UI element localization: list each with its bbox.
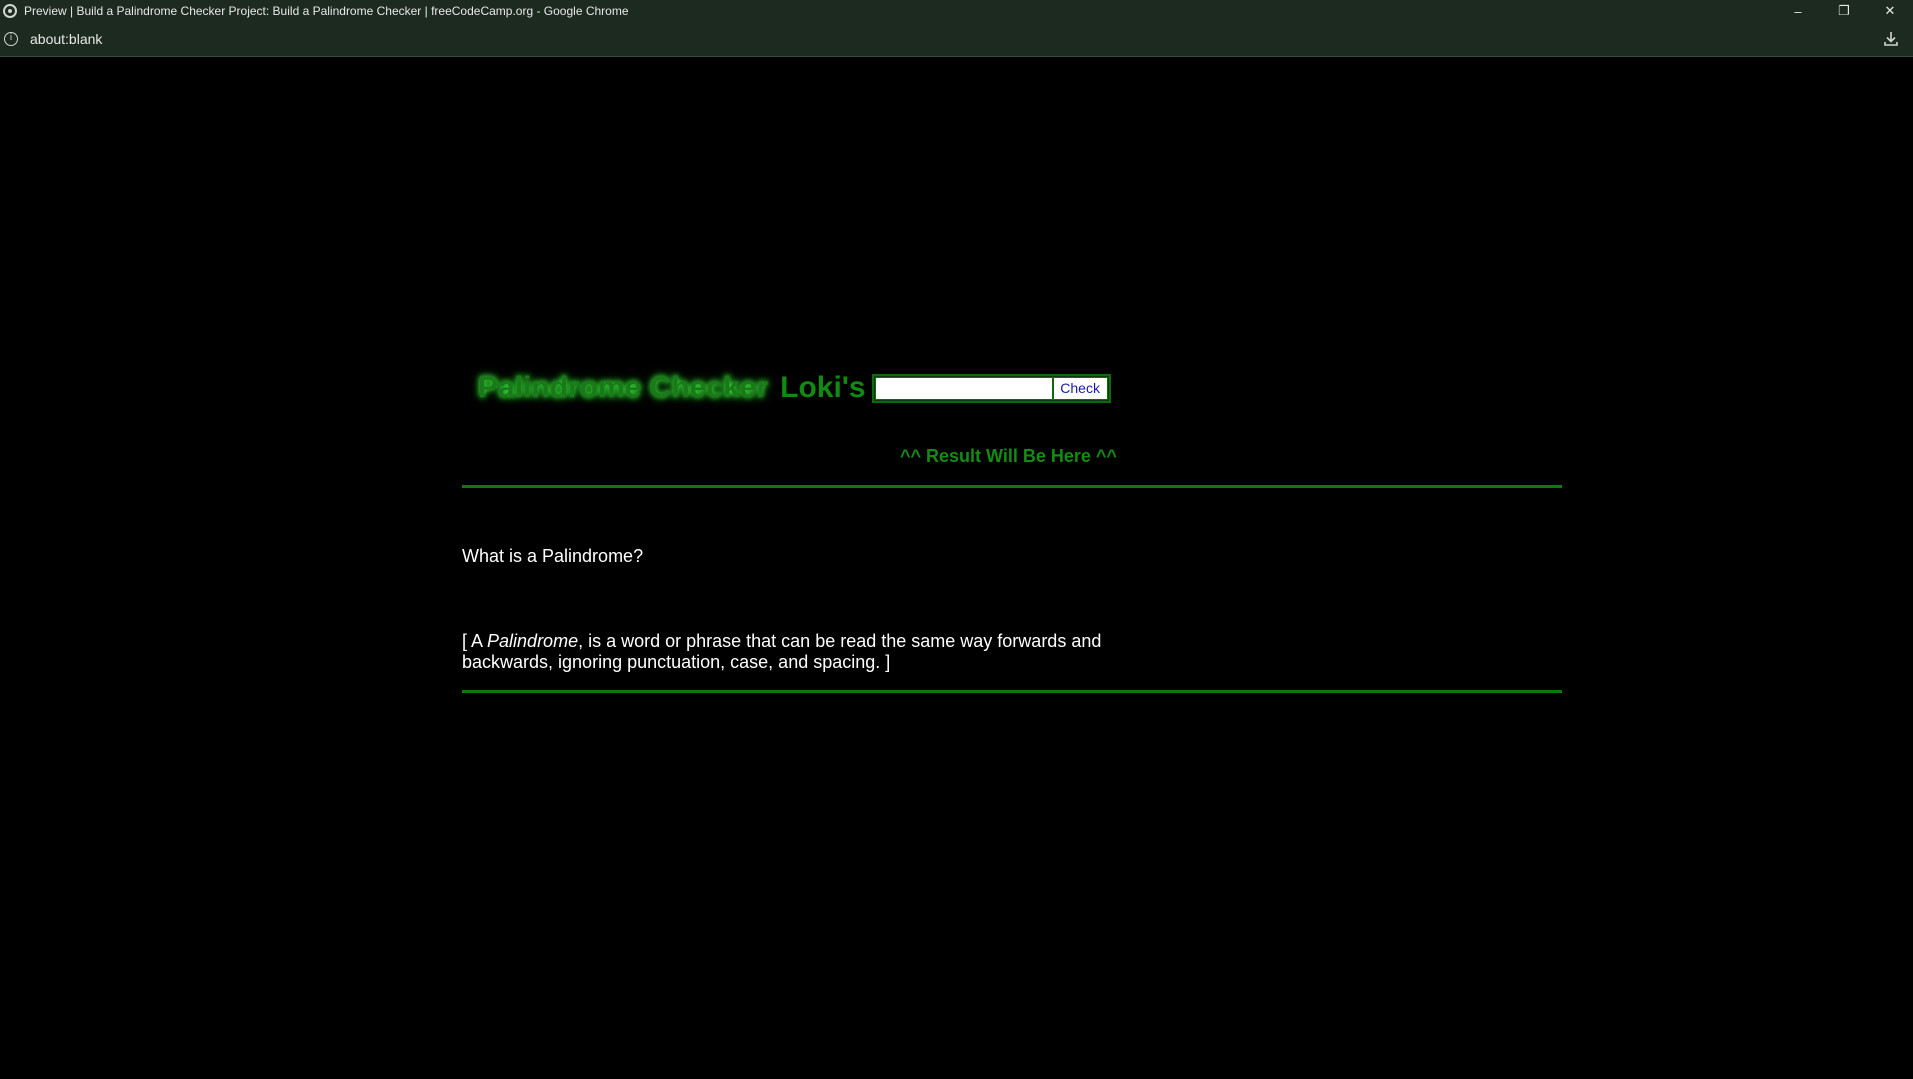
window-controls: – ❐ ✕ [1775, 0, 1913, 22]
definition-text: [ A Palindrome, is a word or phrase that… [462, 631, 1122, 673]
check-button[interactable]: Check [1052, 376, 1108, 400]
result-text: ^^ Result Will Be Here ^^ [900, 446, 1117, 466]
restore-button[interactable]: ❐ [1821, 0, 1867, 22]
download-icon[interactable] [1881, 29, 1901, 49]
close-button[interactable]: ✕ [1867, 0, 1913, 22]
header-row: Palindrome Checker Loki's Check [478, 371, 1111, 405]
chrome-icon [3, 4, 17, 18]
address-bar: i about:blank [0, 22, 1913, 57]
checker-form: Check [871, 373, 1111, 403]
minimize-button[interactable]: – [1775, 0, 1821, 22]
divider-top [462, 485, 1562, 488]
divider-bottom [462, 690, 1562, 693]
site-info-icon[interactable]: i [4, 32, 18, 46]
definition-open: [ A [462, 631, 488, 651]
window-title: Preview | Build a Palindrome Checker Pro… [24, 4, 629, 18]
question-heading: What is a Palindrome? [462, 546, 644, 566]
browser-title-bar: Preview | Build a Palindrome Checker Pro… [0, 0, 1913, 22]
page-viewport: Palindrome Checker Loki's Check ^^ Resul… [0, 57, 1913, 1079]
page-title: Palindrome Checker [478, 371, 769, 404]
text-input[interactable] [874, 376, 1053, 400]
owner-label: Loki's [780, 371, 866, 404]
url-field[interactable]: about:blank [30, 31, 1881, 47]
definition-term: Palindrome [487, 631, 579, 651]
